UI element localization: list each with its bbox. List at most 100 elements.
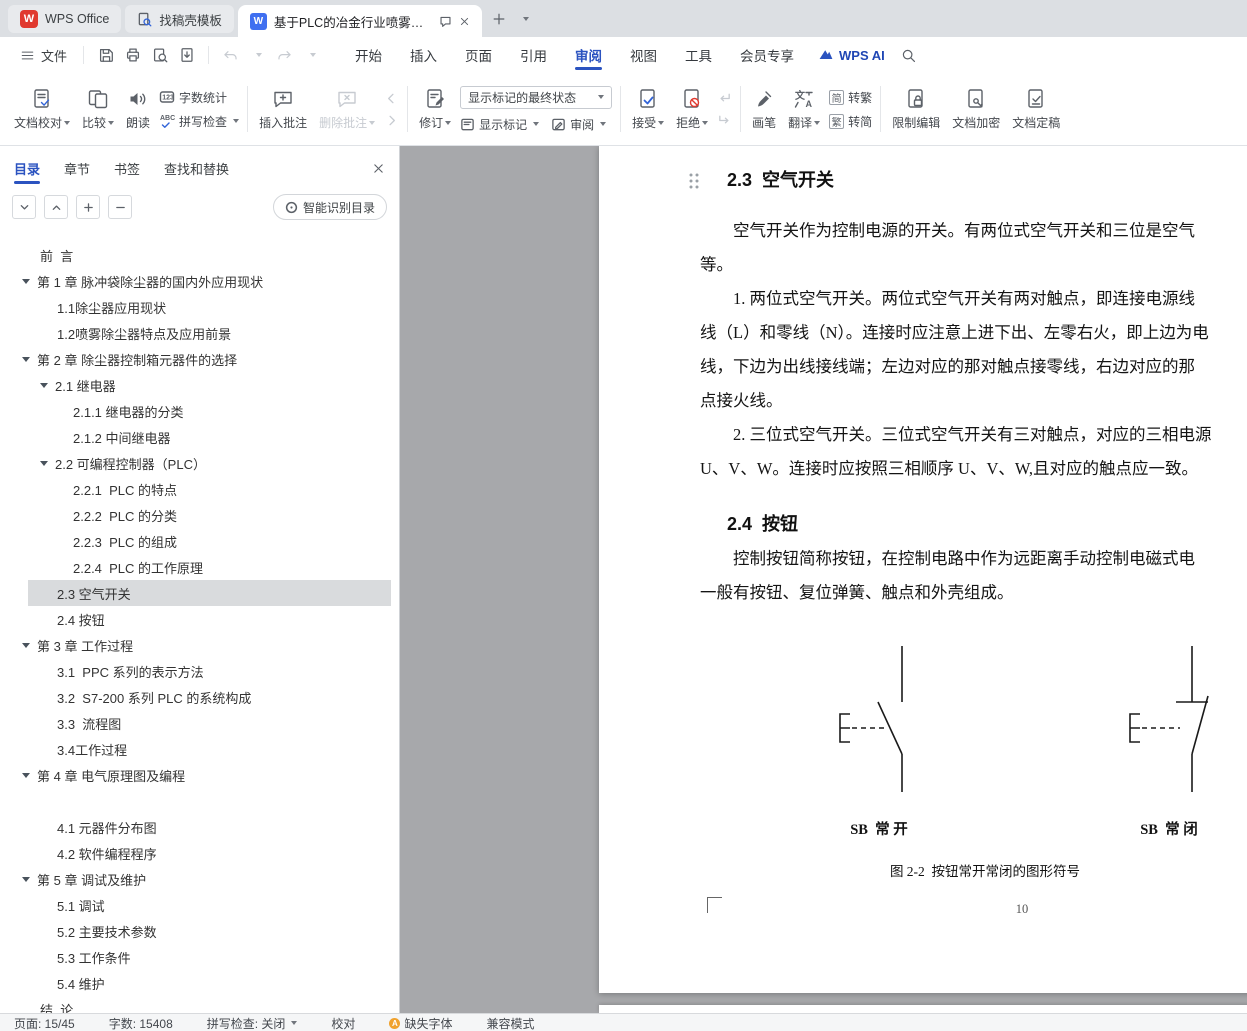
smart-toc-button[interactable]: 智能识别目录 bbox=[272, 194, 387, 220]
toc-item[interactable]: 3.2 S7-200 系列 PLC 的系统构成 bbox=[0, 684, 399, 710]
word-count-button[interactable]: 123 字数统计 bbox=[159, 89, 239, 106]
print-preview-button[interactable] bbox=[146, 43, 173, 68]
previous-comment-button[interactable] bbox=[384, 91, 399, 106]
expand-all-button[interactable] bbox=[12, 195, 36, 219]
tab-document[interactable]: W 基于PLC的冶金行业喷雾除尘技 bbox=[237, 5, 482, 37]
show-markup-button[interactable]: 显示标记 bbox=[460, 116, 540, 133]
toc-item[interactable]: 2.4 按钮 bbox=[0, 606, 399, 632]
zoom-out-button[interactable] bbox=[108, 195, 132, 219]
toc-item[interactable]: 1.2喷雾除尘器特点及应用前景 bbox=[0, 320, 399, 346]
proofread-status[interactable]: 校对 bbox=[331, 1015, 355, 1031]
toc-item[interactable]: 第 2 章 除尘器控制箱元器件的选择 bbox=[0, 346, 399, 372]
undo-button[interactable] bbox=[217, 43, 244, 68]
tab-template[interactable]: 找稿壳模板 bbox=[125, 5, 234, 33]
restrict-editing-button[interactable]: 限制编辑 bbox=[886, 79, 946, 139]
chevron-down-icon[interactable] bbox=[22, 356, 30, 362]
menu-tab-home[interactable]: 开始 bbox=[341, 37, 396, 73]
toc-item[interactable]: 3.4工作过程 bbox=[0, 736, 399, 762]
toc-item[interactable]: 5.1 调试 bbox=[0, 892, 399, 918]
comment-bubble-icon[interactable] bbox=[439, 15, 452, 28]
accept-button[interactable]: 接受 bbox=[626, 79, 670, 139]
page-indicator[interactable]: 页面: 15/45 bbox=[14, 1015, 75, 1031]
to-traditional-button[interactable]: 简 转繁 bbox=[829, 89, 872, 106]
read-aloud-button[interactable]: 朗读 bbox=[120, 79, 156, 139]
chevron-down-icon[interactable] bbox=[22, 642, 30, 648]
toc-item-current[interactable]: 2.3 空气开关 bbox=[28, 580, 391, 606]
toc-item[interactable]: 5.3 工作条件 bbox=[0, 944, 399, 970]
redo-dropdown[interactable] bbox=[298, 43, 325, 68]
menu-tab-review[interactable]: 审阅 bbox=[561, 37, 616, 73]
undo-dropdown[interactable] bbox=[244, 43, 271, 68]
next-comment-button[interactable] bbox=[384, 113, 399, 128]
missing-font-status[interactable]: A 缺失字体 bbox=[389, 1015, 452, 1031]
toc-item[interactable]: 2.2.4 PLC 的工作原理 bbox=[0, 554, 399, 580]
finalize-button[interactable]: 文档定稿 bbox=[1006, 79, 1066, 139]
toc-item[interactable]: 2.2.2 PLC 的分类 bbox=[0, 502, 399, 528]
search-button[interactable] bbox=[895, 43, 922, 68]
toc-item[interactable]: 第 1 章 脉冲袋除尘器的国内外应用现状 bbox=[0, 268, 399, 294]
encrypt-button[interactable]: 文档加密 bbox=[946, 79, 1006, 139]
toc-item[interactable]: 前 言 bbox=[0, 242, 399, 268]
menu-tab-insert[interactable]: 插入 bbox=[396, 37, 451, 73]
export-pdf-button[interactable] bbox=[173, 43, 200, 68]
spell-check-status[interactable]: 拼写检查: 关闭 bbox=[207, 1015, 298, 1031]
menu-tab-page[interactable]: 页面 bbox=[451, 37, 506, 73]
toc-item[interactable]: 2.2 可编程控制器（PLC） bbox=[0, 450, 399, 476]
chevron-down-icon[interactable] bbox=[22, 772, 30, 778]
spell-check-button[interactable]: ABC 拼写检查 bbox=[159, 113, 240, 130]
menu-tab-reference[interactable]: 引用 bbox=[506, 37, 561, 73]
toc-item[interactable]: 5.4 维护 bbox=[0, 970, 399, 996]
to-simplified-button[interactable]: 繁 转简 bbox=[829, 113, 872, 130]
toc-item[interactable]: 3.1 PPC 系列的表示方法 bbox=[0, 658, 399, 684]
chevron-down-icon[interactable] bbox=[40, 382, 48, 388]
next-page-edge[interactable] bbox=[599, 1005, 1247, 1013]
sidebar-tab-contents[interactable]: 目录 bbox=[14, 159, 41, 184]
sidebar-tab-chapters[interactable]: 章节 bbox=[64, 159, 90, 178]
toc-item[interactable]: 2.1.1 继电器的分类 bbox=[0, 398, 399, 424]
insert-comment-button[interactable]: 插入批注 bbox=[253, 79, 313, 139]
sidebar-tab-find-replace[interactable]: 查找和替换 bbox=[164, 159, 229, 178]
next-change-button[interactable] bbox=[717, 113, 732, 128]
redo-button[interactable] bbox=[271, 43, 298, 68]
proofread-button[interactable]: 文档校对 bbox=[8, 79, 76, 139]
delete-comment-button[interactable]: 删除批注 bbox=[313, 79, 381, 139]
toc-item[interactable]: 结 论 bbox=[0, 996, 399, 1014]
compatibility-mode-status[interactable]: 兼容模式 bbox=[486, 1015, 534, 1031]
close-tab-icon[interactable] bbox=[459, 16, 470, 27]
markup-state-select[interactable]: 显示标记的最终状态 bbox=[460, 85, 613, 109]
print-button[interactable] bbox=[119, 43, 146, 68]
save-button[interactable] bbox=[92, 43, 119, 68]
tab-wps-home[interactable]: W WPS Office bbox=[8, 5, 122, 33]
toc-item[interactable]: 2.2.3 PLC 的组成 bbox=[0, 528, 399, 554]
previous-change-button[interactable] bbox=[717, 91, 732, 106]
menu-tab-tools[interactable]: 工具 bbox=[671, 37, 726, 73]
menu-tab-member[interactable]: 会员专享 bbox=[726, 37, 808, 73]
toc-item[interactable]: 第 5 章 调试及维护 bbox=[0, 866, 399, 892]
file-menu-button[interactable]: 文件 bbox=[12, 42, 75, 68]
wps-ai-button[interactable]: WPS AI bbox=[818, 47, 885, 63]
toc-item[interactable]: 2.1 继电器 bbox=[0, 372, 399, 398]
chevron-down-icon[interactable] bbox=[40, 460, 48, 466]
pen-button[interactable]: 画笔 bbox=[746, 79, 782, 139]
toc-item[interactable]: 4.1 元器件分布图 bbox=[0, 814, 399, 840]
toc-item[interactable]: 第 3 章 工作过程 bbox=[0, 632, 399, 658]
toc-item[interactable]: 第 4 章 电气原理图及编程 bbox=[0, 762, 399, 788]
toc-item[interactable]: 3.3 流程图 bbox=[0, 710, 399, 736]
collapse-all-button[interactable] bbox=[44, 195, 68, 219]
tab-list-chevron[interactable] bbox=[512, 6, 538, 32]
close-sidebar-icon[interactable] bbox=[372, 162, 385, 175]
toc-item[interactable]: 2.1.2 中间继电器 bbox=[0, 424, 399, 450]
chevron-down-icon[interactable] bbox=[22, 876, 30, 882]
menu-tab-view[interactable]: 视图 bbox=[616, 37, 671, 73]
compare-button[interactable]: 比较 bbox=[76, 79, 120, 139]
document-page[interactable]: 2.3 空气开关 空气开关作为控制电源的开关。有两位式空气开关和三位是空气 等。… bbox=[599, 146, 1247, 993]
chevron-down-icon[interactable] bbox=[22, 278, 30, 284]
toc-item[interactable]: 5.2 主要技术参数 bbox=[0, 918, 399, 944]
sidebar-tab-bookmarks[interactable]: 书签 bbox=[114, 159, 140, 178]
word-count-status[interactable]: 字数: 15408 bbox=[109, 1015, 173, 1031]
toc-item[interactable]: 1.1除尘器应用现状 bbox=[0, 294, 399, 320]
zoom-in-button[interactable] bbox=[76, 195, 100, 219]
review-button[interactable]: 审阅 bbox=[551, 116, 607, 133]
paragraph-drag-handle-icon[interactable] bbox=[687, 172, 701, 190]
track-changes-button[interactable]: 修订 bbox=[413, 79, 457, 139]
